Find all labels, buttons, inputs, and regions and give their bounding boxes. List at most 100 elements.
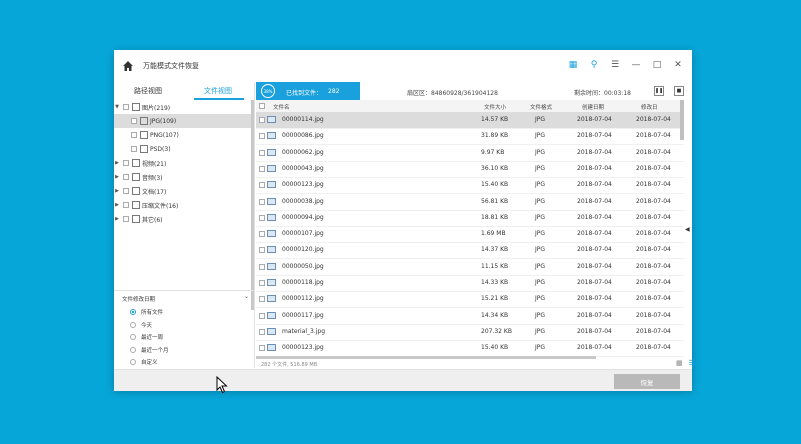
tree-item-archives[interactable]: ▶ 压缩文件(16) <box>114 198 254 212</box>
table-row[interactable]: 00000062.jpg 9.97 KB JPG 2018-07-04 2018-07-… <box>256 145 684 162</box>
checkbox[interactable] <box>131 132 137 138</box>
row-checkbox[interactable] <box>259 117 265 123</box>
radio[interactable] <box>130 347 136 353</box>
pause-button[interactable]: ❚❚ <box>654 86 664 96</box>
checkbox[interactable] <box>123 216 129 222</box>
table-row[interactable]: 00000117.jpg 14.34 KB JPG 2018-07-04 2018-07… <box>256 308 684 325</box>
col-header-size[interactable]: 文件大小 <box>484 103 506 111</box>
table-scrollbar[interactable] <box>680 100 684 140</box>
col-header-modified[interactable]: 修改日 <box>641 103 658 111</box>
row-checkbox[interactable] <box>259 263 265 270</box>
col-header-created[interactable]: 创建日期 <box>582 103 604 111</box>
checkbox[interactable] <box>131 118 137 124</box>
table-row[interactable]: 00000118.jpg 14.33 KB JPG 2018-07-04 2018-07… <box>256 275 684 292</box>
row-checkbox[interactable] <box>259 328 265 335</box>
list-view-icon[interactable]: ☰ <box>689 359 695 367</box>
chevron-right-icon[interactable]: ▶ <box>114 174 120 180</box>
tree-item-other[interactable]: ▶ 其它(6) <box>114 212 254 226</box>
row-checkbox[interactable] <box>259 214 265 221</box>
tree-item-documents[interactable]: ▶ 文档(17) <box>114 184 254 198</box>
tree-item-video[interactable]: ▶ 视频(21) <box>114 156 254 170</box>
table-row[interactable]: 00000086.jpg 31.89 KB JPG 2018-07-04 2018-07… <box>256 128 684 146</box>
stop-button[interactable]: ■ <box>674 86 684 96</box>
row-checkbox[interactable] <box>259 165 265 172</box>
tree-item-psd[interactable]: PSD(3) <box>114 142 254 156</box>
col-header-format[interactable]: 文件格式 <box>530 103 552 111</box>
select-all-checkbox[interactable] <box>259 103 265 109</box>
radio[interactable] <box>130 359 136 365</box>
checkbox[interactable] <box>123 202 129 208</box>
cell-filename: 00000123.jpg <box>282 181 324 189</box>
radio-selected[interactable] <box>130 309 136 315</box>
close-icon[interactable]: ✕ <box>672 59 684 71</box>
table-row[interactable]: material_3.jpg 207.32 KB JPG 2018-07-04 2018… <box>256 324 684 341</box>
table-row[interactable]: 00000114.jpg 14.57 KB JPG 2018-07-04 2018-07… <box>256 112 684 129</box>
menu-icon[interactable]: ☰ <box>609 59 621 71</box>
date-option-month[interactable]: 最近一个月 <box>130 345 169 355</box>
table-row[interactable]: 00000038.jpg 56.81 KB JPG 2018-07-04 2018-07… <box>256 194 684 211</box>
collapse-arrow-icon[interactable]: ◀ <box>685 226 690 233</box>
sector-progress: 扇区区：84860928/361904128 <box>407 90 498 97</box>
table-row[interactable]: 00000094.jpg 18.81 KB JPG 2018-07-04 2018-07… <box>256 210 684 227</box>
table-row[interactable]: 00000107.jpg 1.69 MB JPG 2018-07-04 2018-07-… <box>256 226 684 244</box>
row-checkbox[interactable] <box>259 198 265 205</box>
cell-created: 2018-07-04 <box>577 132 612 140</box>
table-row[interactable]: 00000120.jpg 14.37 KB JPG 2018-07-04 2018-07… <box>256 242 684 260</box>
checkbox[interactable] <box>123 160 129 166</box>
table-row[interactable]: 00000123.jpg 15.40 KB JPG 2018-07-04 2018-07… <box>256 177 684 195</box>
footer-bar: 恢复 <box>114 369 692 391</box>
row-checkbox[interactable] <box>259 231 265 238</box>
table-row[interactable]: 00000112.jpg 15.21 KB JPG 2018-07-04 2018-07… <box>256 291 684 309</box>
checkbox[interactable] <box>131 146 137 152</box>
image-file-icon <box>267 344 276 352</box>
minimize-icon[interactable]: — <box>630 59 642 71</box>
image-file-icon <box>267 246 276 254</box>
cell-size: 14.34 KB <box>481 311 509 319</box>
key-icon[interactable]: ⚲ <box>588 59 600 71</box>
date-option-today[interactable]: 今天 <box>130 320 152 330</box>
tree-scrollbar[interactable] <box>251 100 254 310</box>
row-checkbox[interactable] <box>259 280 265 286</box>
radio[interactable] <box>130 334 136 340</box>
row-checkbox[interactable] <box>259 133 265 140</box>
radio[interactable] <box>130 322 136 328</box>
home-icon[interactable] <box>122 60 134 72</box>
tree-item-images[interactable]: ▼ 图片(219) <box>114 100 254 114</box>
cell-format: JPG <box>535 295 546 303</box>
row-checkbox[interactable] <box>259 149 265 156</box>
row-checkbox[interactable] <box>259 182 265 189</box>
date-option-custom[interactable]: 自定义 <box>130 357 158 367</box>
chevron-right-icon[interactable]: ▶ <box>114 202 120 208</box>
tab-file-view[interactable]: 文件视图 <box>204 86 232 96</box>
row-checkbox[interactable] <box>259 296 265 303</box>
row-checkbox[interactable] <box>259 312 265 319</box>
chevron-down-icon[interactable]: ▼ <box>114 104 120 110</box>
checkbox[interactable] <box>123 174 129 180</box>
row-checkbox[interactable] <box>259 345 265 352</box>
book-icon[interactable]: ▦ <box>567 59 579 71</box>
date-option-week[interactable]: 最近一周 <box>130 332 163 342</box>
checkbox[interactable] <box>123 104 129 110</box>
grid-view-icon[interactable]: ▦ <box>676 359 683 367</box>
recover-button[interactable]: 恢复 <box>614 374 680 389</box>
file-icon <box>140 117 148 125</box>
date-option-all[interactable]: 所有文件 <box>130 307 163 317</box>
checkbox[interactable] <box>123 188 129 194</box>
maximize-icon[interactable]: □ <box>651 59 663 71</box>
cell-format: JPG <box>535 327 546 335</box>
table-row[interactable]: 00000123.jpg 15.40 KB JPG 2018-07-04 2018-07… <box>256 340 684 358</box>
horizontal-scrollbar[interactable] <box>256 356 596 359</box>
chevron-down-icon[interactable]: ⌄ <box>244 293 249 300</box>
status-bar-text: 282 个文件, 516.89 MB <box>261 362 318 368</box>
table-row[interactable]: 00000050.jpg 11.15 KB JPG 2018-07-04 2018-07… <box>256 259 684 276</box>
chevron-right-icon[interactable]: ▶ <box>114 216 120 222</box>
chevron-right-icon[interactable]: ▶ <box>114 188 120 194</box>
tree-item-png[interactable]: PNG(107) <box>114 128 254 142</box>
col-header-name[interactable]: 文件名 <box>273 103 290 111</box>
tree-item-jpg[interactable]: JPG(109) <box>114 114 254 128</box>
row-checkbox[interactable] <box>259 247 265 254</box>
tree-item-audio[interactable]: ▶ 音频(3) <box>114 170 254 184</box>
tab-path-view[interactable]: 路径视图 <box>134 86 162 96</box>
table-row[interactable]: 00000043.jpg 36.10 KB JPG 2018-07-04 2018-07… <box>256 161 684 178</box>
chevron-right-icon[interactable]: ▶ <box>114 160 120 166</box>
